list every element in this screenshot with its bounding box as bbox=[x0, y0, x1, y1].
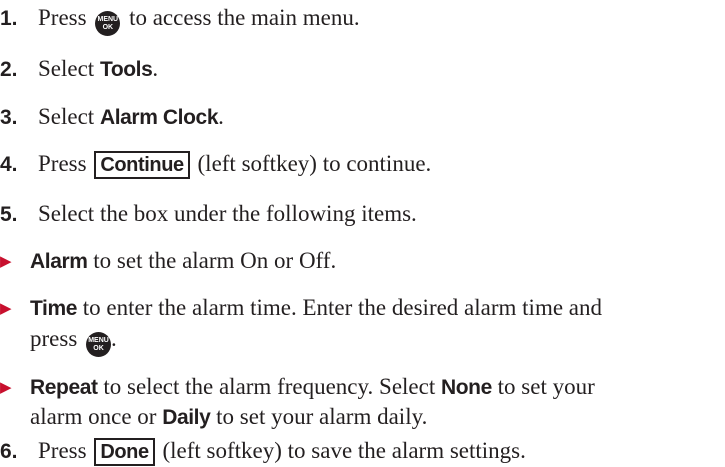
step-number: 2. bbox=[0, 58, 18, 81]
option-text: to set your bbox=[497, 374, 595, 399]
menu-item-label: Tools bbox=[99, 58, 153, 81]
triangle-bullet-icon bbox=[0, 295, 30, 323]
option-label: Time bbox=[30, 297, 78, 320]
step-number: 4. bbox=[0, 153, 18, 176]
bullet-repeat-continued: alarm once or Daily to set your alarm da… bbox=[0, 403, 427, 432]
triangle-bullet-icon bbox=[0, 374, 30, 402]
step-text: to access the main menu. bbox=[129, 5, 360, 30]
bullet-alarm: Alarm to set the alarm On or Off. bbox=[0, 247, 336, 276]
step-text: (left softkey) to continue. bbox=[197, 151, 432, 176]
bullet-time: Time to enter the alarm time. Enter the … bbox=[0, 294, 602, 323]
step-text: Press bbox=[38, 438, 87, 463]
option-label: Alarm bbox=[30, 250, 88, 273]
step-1: 1. Press MENU OK to access the main menu. bbox=[0, 4, 360, 36]
option-text: to enter the alarm time. Enter the desir… bbox=[82, 295, 603, 320]
option-label: Repeat bbox=[30, 376, 98, 399]
step-number: 6. bbox=[0, 440, 18, 463]
step-text: Select the box under the following items… bbox=[38, 201, 417, 226]
option-text: press bbox=[30, 326, 78, 351]
step-4: 4. Press Continue (left softkey) to conti… bbox=[0, 150, 431, 179]
option-text: to set the alarm On or Off. bbox=[93, 248, 337, 273]
step-number: 5. bbox=[0, 203, 18, 226]
step-number: 3. bbox=[0, 106, 18, 129]
softkey-label: Done bbox=[94, 438, 155, 466]
step-text: Select bbox=[38, 104, 95, 129]
step-2: 2. Select Tools. bbox=[0, 55, 158, 84]
step-text: Select bbox=[38, 56, 95, 81]
option-value: None bbox=[440, 376, 492, 399]
step-text: (left softkey) to save the alarm setting… bbox=[162, 438, 526, 463]
step-3: 3. Select Alarm Clock. bbox=[0, 103, 224, 132]
triangle-bullet-icon bbox=[0, 248, 30, 276]
bullet-repeat: Repeat to select the alarm frequency. Se… bbox=[0, 373, 595, 402]
option-text: to select the alarm frequency. Select bbox=[103, 374, 436, 399]
step-text: Press bbox=[38, 151, 87, 176]
option-text: alarm once or bbox=[30, 404, 157, 429]
menu-item-label: Alarm Clock bbox=[99, 106, 219, 129]
step-6: 6. Press Done (left softkey) to save the … bbox=[0, 437, 526, 466]
option-value: Daily bbox=[162, 406, 211, 429]
step-text: Press bbox=[38, 5, 87, 30]
step-5: 5. Select the box under the following ite… bbox=[0, 200, 417, 229]
step-number: 1. bbox=[0, 7, 18, 30]
bullet-time-continued: press MENU OK. bbox=[0, 325, 117, 357]
menu-ok-key-icon: MENU OK bbox=[86, 332, 112, 357]
menu-ok-key-icon: MENU OK bbox=[95, 11, 121, 36]
option-text: to set your alarm daily. bbox=[216, 404, 428, 429]
softkey-label: Continue bbox=[94, 151, 190, 179]
